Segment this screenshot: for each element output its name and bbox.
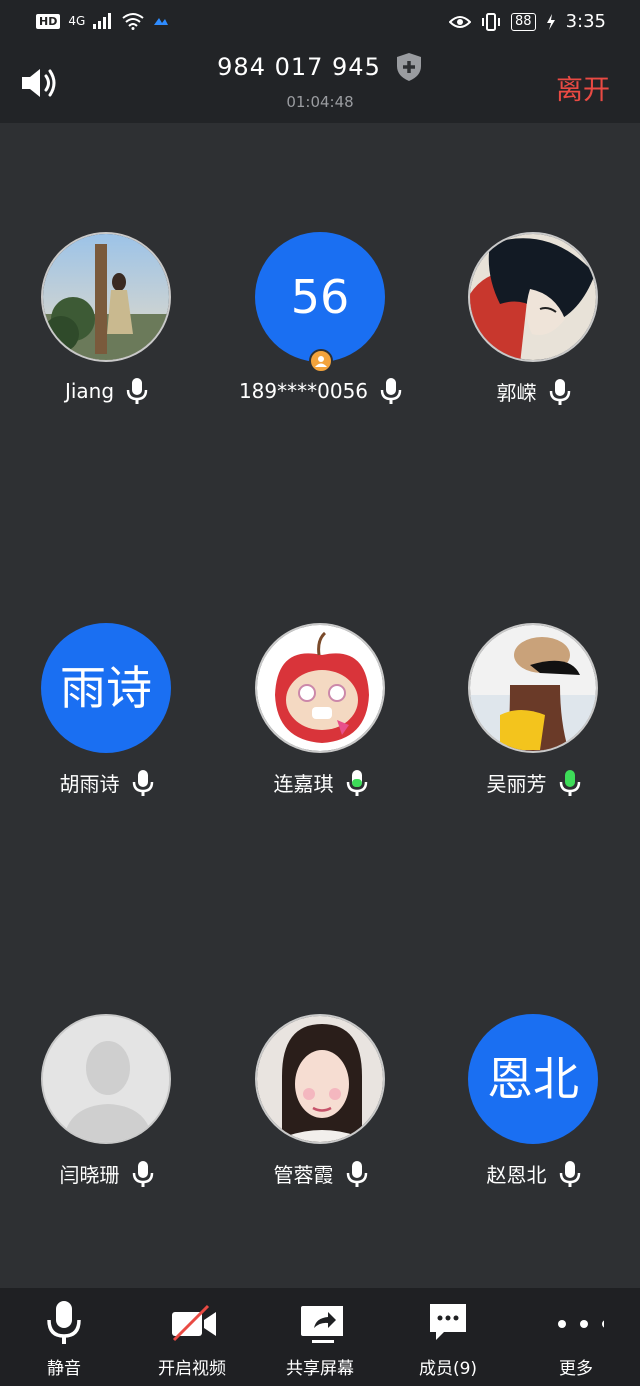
participant-name-row: 管蓉霞 (214, 1159, 427, 1188)
video-off-icon (172, 1304, 216, 1342)
share-screen-button[interactable]: 共享屏幕 (256, 1288, 384, 1386)
share-screen-label: 共享屏幕 (286, 1359, 354, 1379)
mic-icon (132, 769, 153, 796)
participant-name: 吴丽芳 (486, 772, 547, 796)
participant-avatar (41, 232, 171, 362)
host-badge-icon (309, 349, 333, 373)
participant-name-row: 闫晓珊 (0, 1159, 213, 1188)
participant-avatar: 雨诗 (41, 623, 171, 753)
participant-name-row: 吴丽芳 (427, 768, 640, 797)
participant-avatar (468, 232, 598, 362)
start-video-button[interactable]: 开启视频 (128, 1288, 256, 1386)
mic-icon (549, 378, 570, 405)
members-label: 成员(9) (418, 1359, 478, 1379)
mic-icon (132, 1160, 153, 1187)
avatar-photo (257, 625, 383, 751)
mic-icon (126, 378, 148, 404)
avatar-photo (257, 1016, 383, 1142)
start-video-label: 开启视频 (158, 1359, 226, 1379)
participant-avatar: 恩北 (468, 1014, 598, 1144)
participant-avatar (41, 1014, 171, 1144)
mute-button[interactable]: 静音 (0, 1288, 128, 1386)
meeting-id: 984 017 945 (217, 53, 381, 81)
participant-name-row: 189****0056 (214, 377, 427, 405)
participant-avatar (255, 623, 385, 753)
leave-button[interactable]: 离开 (556, 68, 610, 107)
battery-indicator: 88 (511, 12, 536, 31)
default-avatar-icon (43, 1016, 169, 1142)
security-shield-icon[interactable] (395, 52, 423, 82)
participant-name: 管蓉霞 (273, 1163, 334, 1187)
participant-name: 189****0056 (238, 379, 369, 403)
meeting-id-row[interactable]: 984 017 945 (0, 52, 640, 82)
mic-icon (380, 378, 402, 404)
participant-avatar (468, 623, 598, 753)
participant-avatar (255, 1014, 385, 1144)
participant-name-row: Jiang (0, 377, 213, 405)
more-dots-icon (558, 1320, 604, 1328)
microphone-icon (47, 1301, 81, 1344)
participant-name-row: 赵恩北 (427, 1159, 640, 1188)
mic-icon (346, 1160, 367, 1187)
more-label: 更多 (559, 1359, 593, 1379)
share-screen-icon (301, 1306, 343, 1343)
avatar-photo (470, 625, 596, 751)
members-button[interactable]: 成员(9) (384, 1288, 512, 1386)
status-right: 88 3:35 (449, 11, 606, 32)
participant-name: 郭嵘 (496, 381, 537, 405)
network-type: 4G (68, 14, 86, 28)
status-bar: HD 4G 88 3:35 (0, 0, 640, 46)
participant-name: 胡雨诗 (59, 772, 120, 796)
avatar-text: 56 (290, 270, 350, 324)
participant-name: 连嘉琪 (273, 772, 334, 796)
charging-icon (546, 13, 555, 30)
participant-name: Jiang (64, 379, 115, 403)
mic-icon (559, 1160, 580, 1187)
status-left: HD 4G (36, 12, 169, 30)
avatar-text: 雨诗 (60, 661, 152, 715)
participant-name-row: 连嘉琪 (214, 768, 427, 797)
avatar-photo (43, 234, 169, 360)
wifi-icon (122, 13, 144, 30)
participant-name-row: 郭嵘 (427, 377, 640, 406)
clock: 3:35 (565, 11, 606, 32)
chat-members-icon (430, 1304, 466, 1340)
mic-speaking-icon (346, 769, 367, 796)
participant-name-row: 胡雨诗 (0, 768, 213, 797)
mic-speaking-icon (559, 769, 580, 796)
participant-avatar: 56 (255, 232, 385, 362)
eye-comfort-icon (449, 15, 472, 28)
meeting-duration: 01:04:48 (286, 93, 354, 111)
participant-name: 闫晓珊 (59, 1163, 120, 1187)
vibrate-icon (482, 12, 501, 31)
mute-label: 静音 (47, 1359, 81, 1379)
more-button[interactable]: 更多 (512, 1288, 640, 1386)
avatar-photo (470, 234, 596, 360)
app-notification-icon (154, 18, 169, 25)
participant-name: 赵恩北 (486, 1163, 547, 1187)
signal-icon (93, 13, 112, 29)
meeting-header: 984 017 945 01:04:48 离开 (0, 46, 640, 123)
meeting-toolbar: 静音 开启视频 共享屏幕 成员(9) 更多 (0, 1288, 640, 1386)
avatar-text: 恩北 (487, 1052, 579, 1106)
hd-badge: HD (36, 13, 61, 29)
